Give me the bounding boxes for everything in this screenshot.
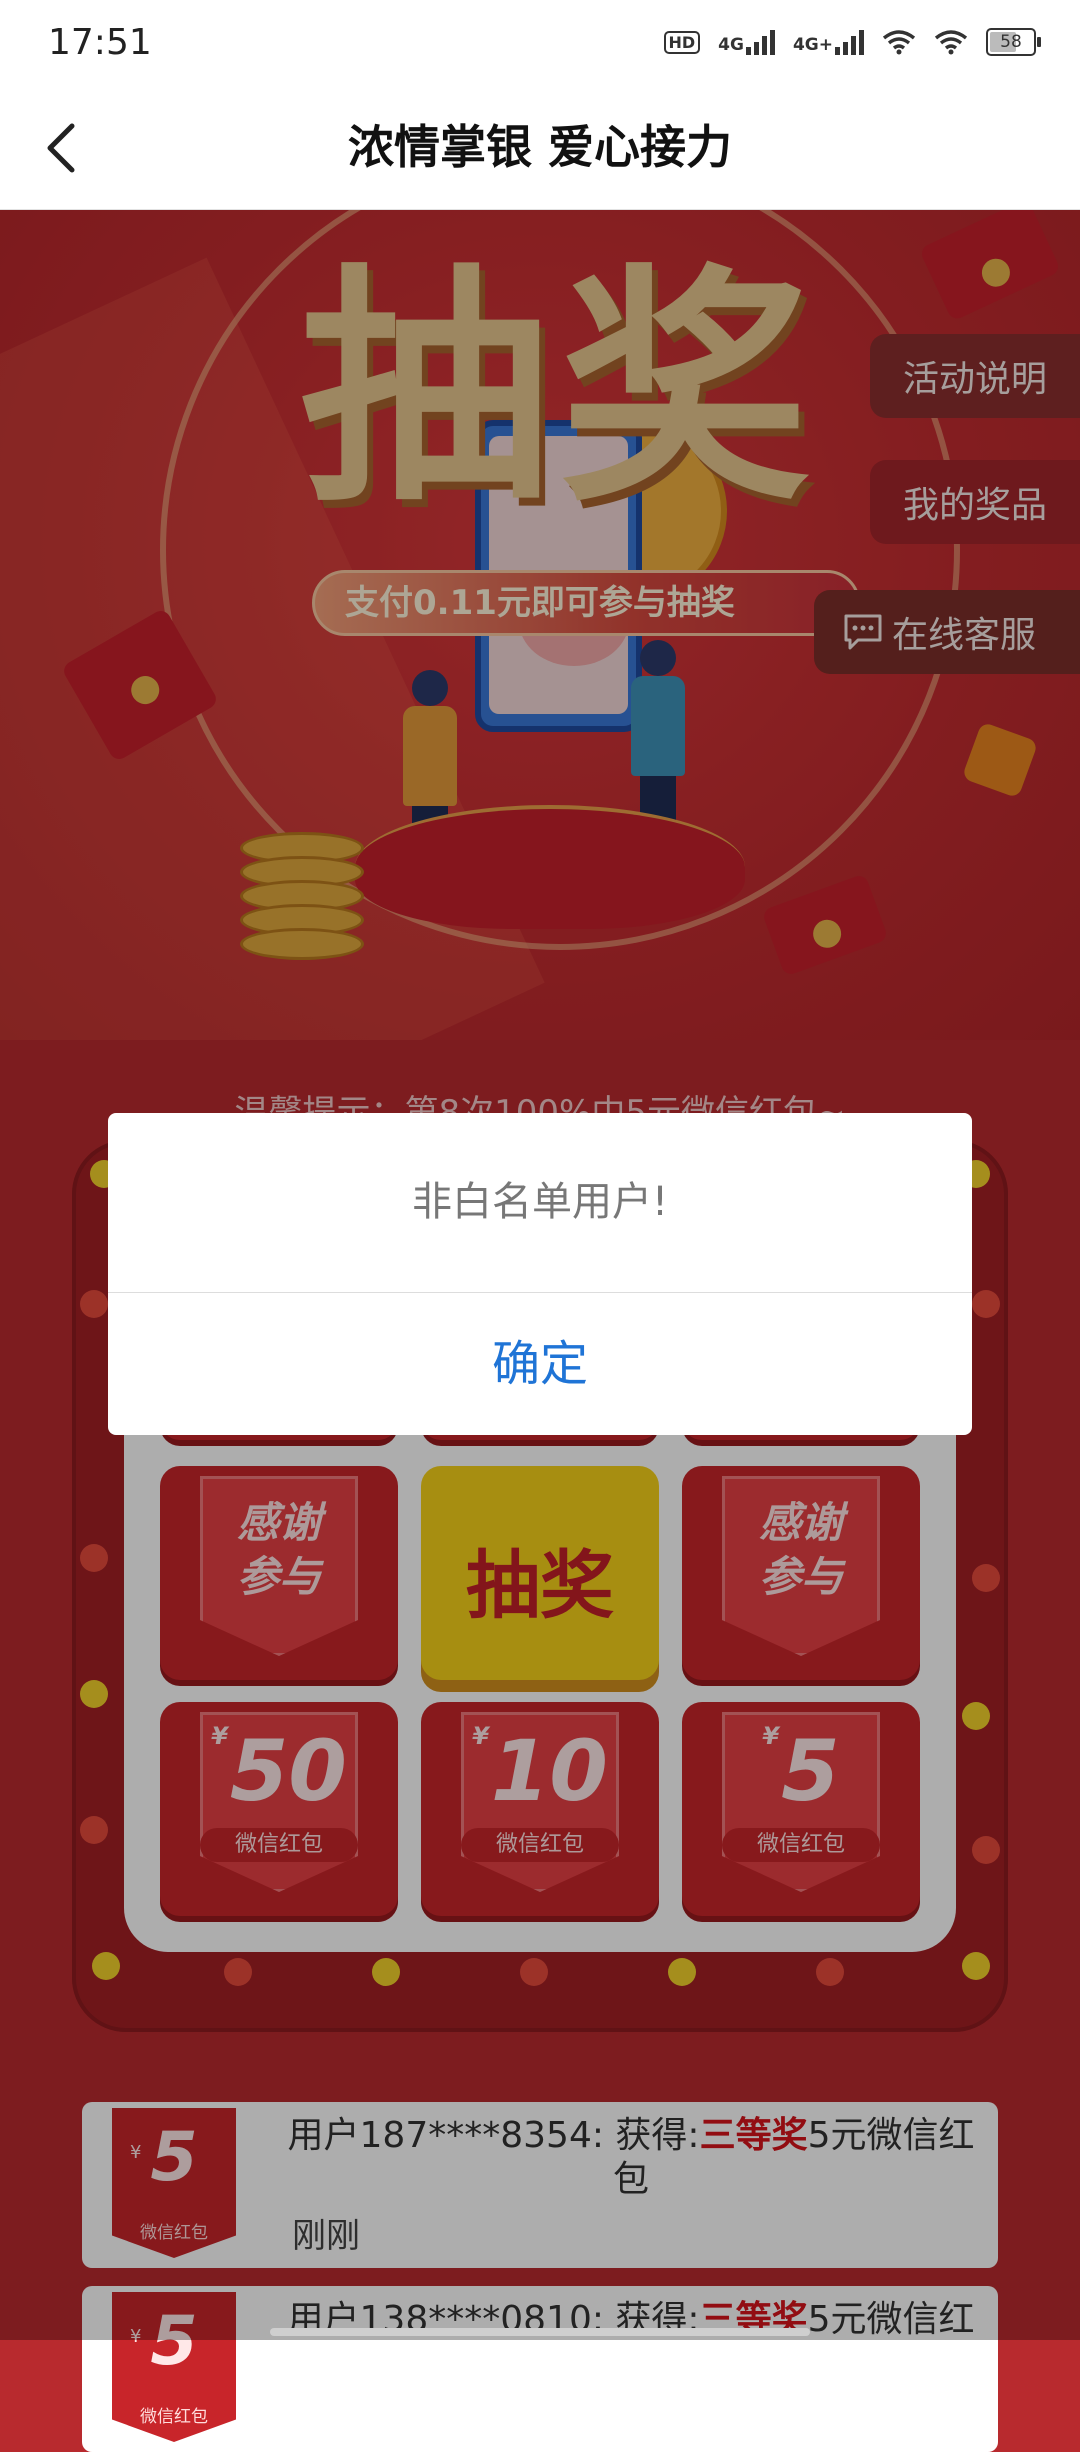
status-bar: 17:51 HD 4G 4G+ 58 bbox=[0, 0, 1080, 84]
wifi-icon bbox=[934, 30, 968, 55]
signal-2: 4G+ bbox=[793, 29, 864, 55]
signal-1: 4G bbox=[718, 29, 775, 55]
alert-dialog: 非白名单用户! 确定 bbox=[108, 1113, 972, 1435]
signal-bars-icon bbox=[835, 29, 864, 55]
red-packet-label: 微信红包 bbox=[140, 2407, 208, 2427]
status-icons: HD 4G 4G+ 58 bbox=[663, 28, 1041, 56]
home-indicator[interactable] bbox=[270, 2328, 810, 2336]
dialog-message: 非白名单用户! bbox=[108, 1113, 972, 1293]
signal-bars-icon bbox=[745, 29, 775, 55]
page-title: 浓情掌银 爱心接力 bbox=[347, 120, 732, 174]
network-4gplus-label: 4G+ bbox=[792, 35, 833, 55]
wifi-icon bbox=[882, 30, 916, 55]
battery-level: 58 bbox=[1000, 32, 1022, 52]
confirm-button[interactable]: 确定 bbox=[108, 1293, 972, 1435]
nav-bar: 浓情掌银 爱心接力 bbox=[0, 84, 1080, 210]
network-4g-label: 4G bbox=[718, 35, 744, 55]
hd-icon: HD bbox=[663, 30, 701, 54]
status-time: 17:51 bbox=[48, 21, 152, 63]
battery-icon: 58 bbox=[986, 28, 1041, 56]
